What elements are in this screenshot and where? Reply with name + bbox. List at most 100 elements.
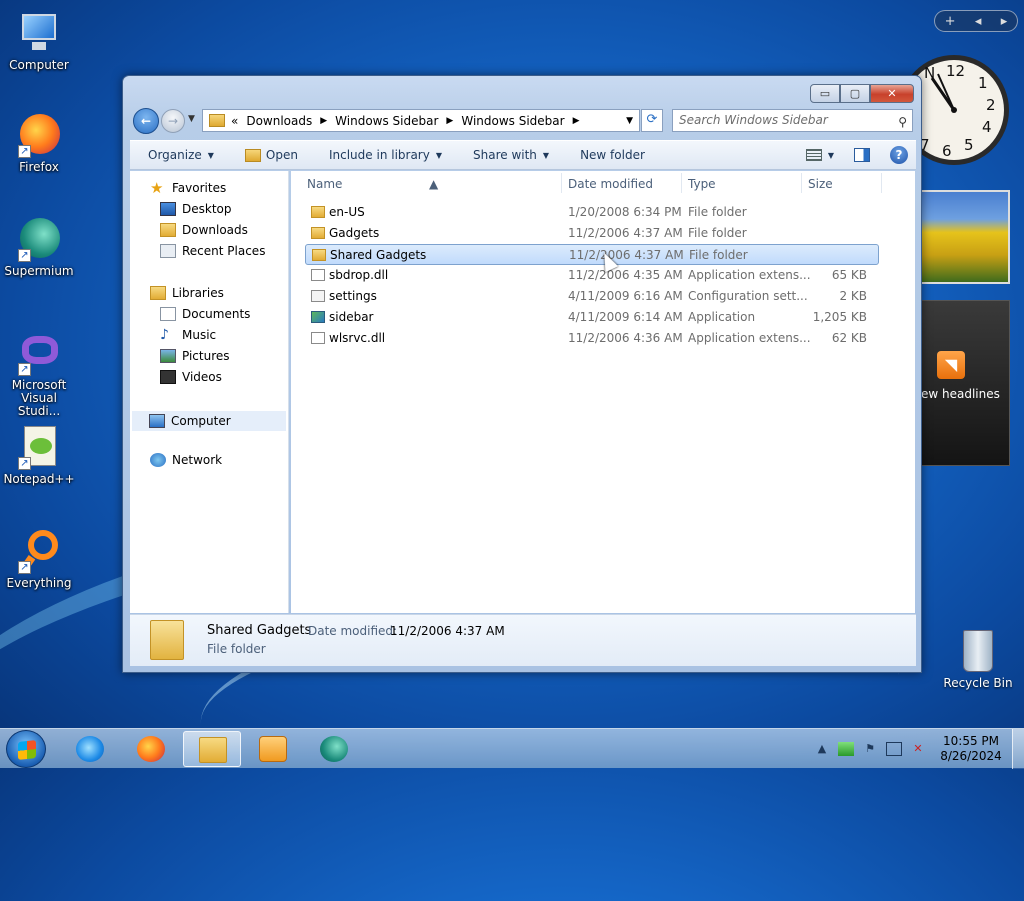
nav-label: Computer bbox=[171, 414, 231, 428]
column-header-type[interactable]: Type bbox=[688, 177, 716, 191]
windows-explorer-icon bbox=[199, 737, 227, 763]
previous-gadget-page-button[interactable]: ◂ bbox=[975, 14, 982, 29]
preview-pane-icon[interactable] bbox=[854, 148, 870, 162]
desktop-icon-everything[interactable]: ↗ Everything bbox=[0, 528, 78, 590]
taskbar-clock[interactable]: 10:55 PM 8/26/2024 bbox=[936, 734, 1006, 764]
share-with-button[interactable]: Share with ▼ bbox=[453, 148, 560, 162]
view-dropdown-icon[interactable]: ▼ bbox=[828, 151, 834, 160]
desktop-icon-label: Microsoft Visual Studi... bbox=[11, 378, 67, 418]
taskbar-firefox[interactable] bbox=[122, 731, 180, 767]
desktop-icon-firefox[interactable]: ↗ Firefox bbox=[0, 112, 78, 174]
slideshow-gadget[interactable] bbox=[920, 190, 1010, 284]
nav-label: Recent Places bbox=[182, 244, 266, 258]
desktop-icon-supermium[interactable]: ↗ Supermium bbox=[0, 216, 78, 278]
desktop-icon-recycle-bin[interactable]: Recycle Bin bbox=[940, 630, 1016, 690]
breadcrumb-downloads[interactable]: Downloads bbox=[246, 114, 312, 128]
nav-network[interactable]: Network bbox=[150, 453, 222, 467]
details-date-value: 11/2/2006 4:37 AM bbox=[390, 624, 505, 638]
organize-button[interactable]: Organize ▼ bbox=[130, 148, 225, 162]
volume-muted-icon[interactable]: ✕ bbox=[910, 742, 926, 756]
taskbar-supermium[interactable] bbox=[305, 731, 363, 767]
nav-label: Libraries bbox=[172, 286, 224, 300]
nav-libraries[interactable]: Libraries bbox=[150, 286, 224, 300]
nav-favorites[interactable]: ★ Favorites bbox=[150, 181, 227, 196]
desktop-icon-computer[interactable]: Computer bbox=[0, 10, 78, 72]
action-center-flag-icon[interactable]: ⚑ bbox=[862, 742, 878, 756]
include-in-library-button[interactable]: Include in library ▼ bbox=[309, 148, 453, 162]
file-row[interactable]: sbdrop.dll 11/2/2006 4:35 AM Application e… bbox=[305, 265, 879, 286]
firefox-icon bbox=[137, 736, 165, 762]
taskbar-media-player[interactable] bbox=[244, 731, 302, 767]
supermium-icon bbox=[320, 736, 348, 762]
address-dropdown-icon[interactable]: ▼ bbox=[626, 116, 633, 126]
details-date-label: Date modified: bbox=[308, 624, 398, 638]
recent-pages-dropdown-icon[interactable]: ▼ bbox=[188, 114, 195, 124]
minimize-button[interactable]: ▭ bbox=[810, 84, 840, 103]
taskbar-windows-explorer[interactable] bbox=[183, 731, 241, 767]
close-button[interactable]: ✕ bbox=[870, 84, 914, 103]
nav-music[interactable]: ♪ Music bbox=[160, 328, 216, 342]
show-desktop-button[interactable] bbox=[1012, 729, 1024, 769]
nav-label: Pictures bbox=[182, 349, 230, 363]
clock-time: 10:55 PM bbox=[943, 734, 999, 748]
folder-icon bbox=[209, 114, 225, 127]
breadcrumb-windows-sidebar[interactable]: Windows Sidebar bbox=[335, 114, 438, 128]
next-gadget-page-button[interactable]: ▸ bbox=[1001, 14, 1008, 29]
back-button[interactable]: ← bbox=[133, 108, 159, 134]
include-in-library-label: Include in library bbox=[328, 148, 430, 162]
file-row[interactable]: wlsrvc.dll 11/2/2006 4:36 AM Application e… bbox=[305, 328, 879, 349]
column-header-name[interactable]: Name bbox=[307, 177, 342, 191]
share-with-label: Share with bbox=[473, 148, 537, 162]
maximize-button[interactable]: ▢ bbox=[840, 84, 870, 103]
nav-label: Favorites bbox=[172, 181, 227, 195]
breadcrumb-separator-icon[interactable]: ▶ bbox=[573, 116, 580, 126]
forward-button[interactable]: → bbox=[161, 109, 185, 133]
file-row[interactable]: Gadgets 11/2/2006 4:37 AM File folder bbox=[305, 223, 879, 244]
nav-desktop[interactable]: Desktop bbox=[160, 202, 232, 216]
start-button[interactable] bbox=[6, 730, 46, 768]
feed-headlines-gadget[interactable]: ◥ ew headlines bbox=[920, 300, 1010, 466]
caption-buttons: ▭ ▢ ✕ bbox=[810, 84, 914, 103]
file-date-modified: 4/11/2009 6:14 AM bbox=[568, 310, 683, 324]
clock-numeral: 5 bbox=[964, 136, 974, 154]
nav-recent-places[interactable]: Recent Places bbox=[160, 244, 265, 258]
change-view-icon[interactable] bbox=[805, 149, 822, 161]
file-row[interactable]: en-US 1/20/2008 6:34 PM File folder bbox=[305, 202, 879, 223]
desktop-icon-label: Everything bbox=[6, 576, 72, 590]
breadcrumb-separator-icon[interactable]: ▶ bbox=[446, 116, 453, 126]
nav-videos[interactable]: Videos bbox=[160, 370, 222, 384]
help-button[interactable]: ? bbox=[890, 146, 908, 164]
show-hidden-icons-button[interactable]: ▲ bbox=[814, 742, 830, 756]
file-name: en-US bbox=[329, 205, 365, 219]
address-bar[interactable]: « Downloads ▶ Windows Sidebar ▶ Windows … bbox=[202, 109, 640, 132]
nav-downloads[interactable]: Downloads bbox=[160, 223, 248, 237]
column-header-size[interactable]: Size bbox=[808, 177, 833, 191]
breadcrumb-overflow[interactable]: « bbox=[231, 114, 238, 128]
file-size: 1,205 KB bbox=[812, 310, 867, 324]
dll-file-icon bbox=[311, 269, 325, 281]
nav-computer[interactable]: Computer bbox=[132, 411, 286, 431]
search-input[interactable]: Search Windows Sidebar ⚲ bbox=[672, 109, 913, 132]
desktop-icon-visual-studio[interactable]: ↗ Microsoft Visual Studi... bbox=[0, 330, 78, 418]
new-folder-button[interactable]: New folder bbox=[560, 148, 656, 162]
breadcrumb-separator-icon[interactable]: ▶ bbox=[320, 116, 327, 126]
file-name: sbdrop.dll bbox=[329, 268, 389, 282]
refresh-button[interactable]: ⟳ bbox=[641, 109, 663, 132]
column-header-date-modified[interactable]: Date modified bbox=[568, 177, 653, 191]
nav-pictures[interactable]: Pictures bbox=[160, 349, 230, 363]
network-status-icon[interactable] bbox=[838, 742, 854, 756]
desktop-icon-notepad-plus-plus[interactable]: ↗ Notepad++ bbox=[0, 424, 78, 486]
breadcrumb-windows-sidebar-current[interactable]: Windows Sidebar bbox=[461, 114, 564, 128]
nav-label: Desktop bbox=[182, 202, 232, 216]
add-gadget-button[interactable]: + bbox=[945, 14, 956, 29]
nav-documents[interactable]: Documents bbox=[160, 307, 250, 321]
taskbar-internet-explorer[interactable] bbox=[61, 731, 119, 767]
file-row[interactable]: settings 4/11/2009 6:16 AM Configuration s… bbox=[305, 286, 879, 307]
film-icon bbox=[160, 370, 176, 384]
open-button[interactable]: Open bbox=[225, 148, 309, 162]
network-connection-icon[interactable] bbox=[886, 742, 902, 756]
clock-numeral: 6 bbox=[942, 142, 952, 160]
file-row[interactable]: sidebar 4/11/2009 6:14 AM Application 1,205… bbox=[305, 307, 879, 328]
file-row[interactable]: Shared Gadgets 11/2/2006 4:37 AM File fold… bbox=[305, 244, 879, 265]
desktop-icon-label: Computer bbox=[9, 58, 69, 72]
